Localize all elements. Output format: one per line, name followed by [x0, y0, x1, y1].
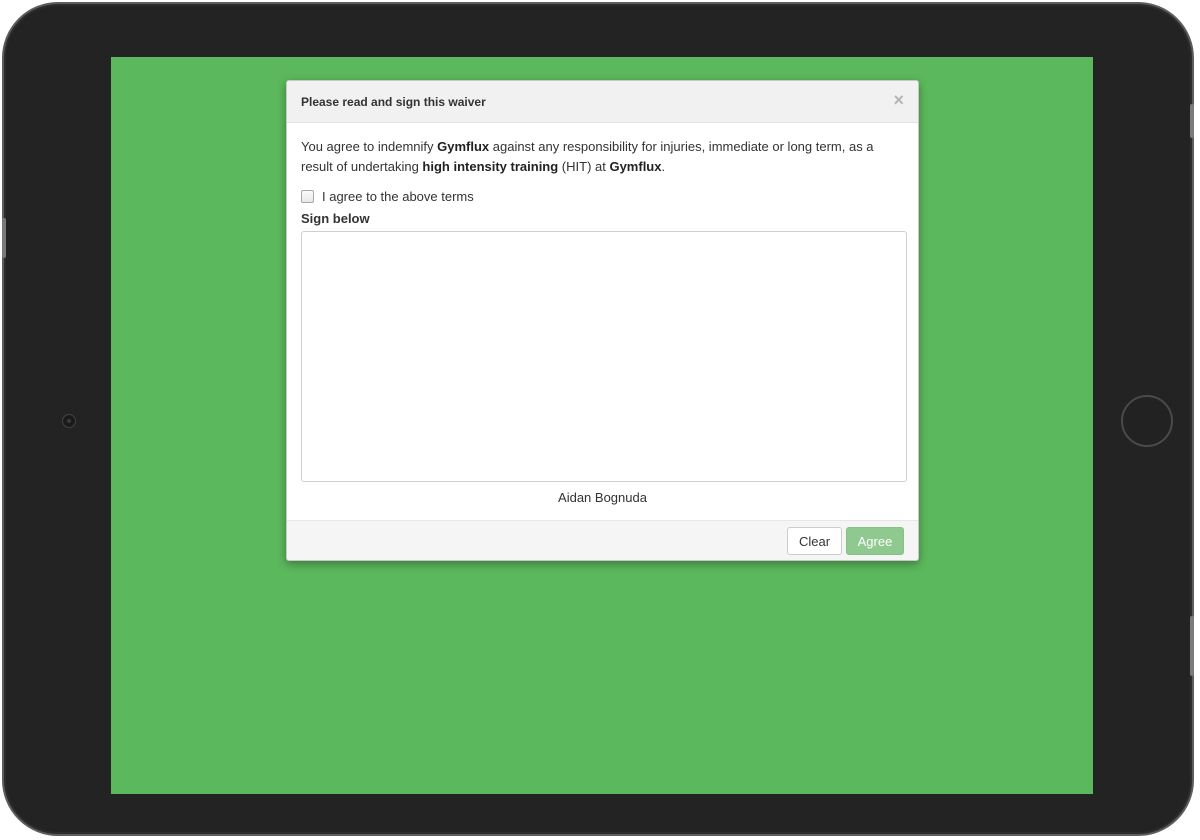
tablet-device: Please read and sign this waiver × You a…: [2, 2, 1194, 836]
modal-header: Please read and sign this waiver ×: [287, 81, 918, 123]
terms-part-3: (HIT) at: [558, 159, 610, 174]
signature-pad[interactable]: [301, 231, 907, 482]
clear-button[interactable]: Clear: [787, 527, 842, 555]
agree-terms-label[interactable]: I agree to the above terms: [322, 189, 474, 204]
sign-below-label: Sign below: [301, 211, 370, 226]
waiver-modal: Please read and sign this waiver × You a…: [286, 80, 919, 561]
screen: Please read and sign this waiver × You a…: [111, 57, 1093, 794]
modal-footer: Clear Agree: [287, 520, 918, 560]
home-button-icon[interactable]: [1121, 395, 1173, 447]
terms-activity: high intensity training: [422, 159, 559, 174]
agree-terms-checkbox[interactable]: [301, 189, 314, 203]
modal-body: You agree to indemnify Gymflux against a…: [287, 123, 918, 522]
side-button-right-bottom: [1190, 616, 1194, 676]
agree-button[interactable]: Agree: [846, 527, 904, 555]
waiver-terms-text: You agree to indemnify Gymflux against a…: [301, 137, 904, 177]
modal-title: Please read and sign this waiver: [301, 95, 486, 109]
terms-part-4: .: [661, 159, 666, 174]
side-button-right-top: [1190, 104, 1194, 138]
close-icon[interactable]: ×: [893, 91, 904, 109]
agree-terms-row[interactable]: I agree to the above terms: [301, 186, 904, 206]
terms-brand-2: Gymflux: [609, 159, 662, 174]
terms-brand: Gymflux: [437, 139, 490, 154]
side-button-left: [2, 218, 6, 258]
signer-name: Aidan Bognuda: [558, 490, 647, 505]
terms-part-1: You agree to indemnify: [301, 139, 438, 154]
camera-icon: [62, 414, 76, 428]
